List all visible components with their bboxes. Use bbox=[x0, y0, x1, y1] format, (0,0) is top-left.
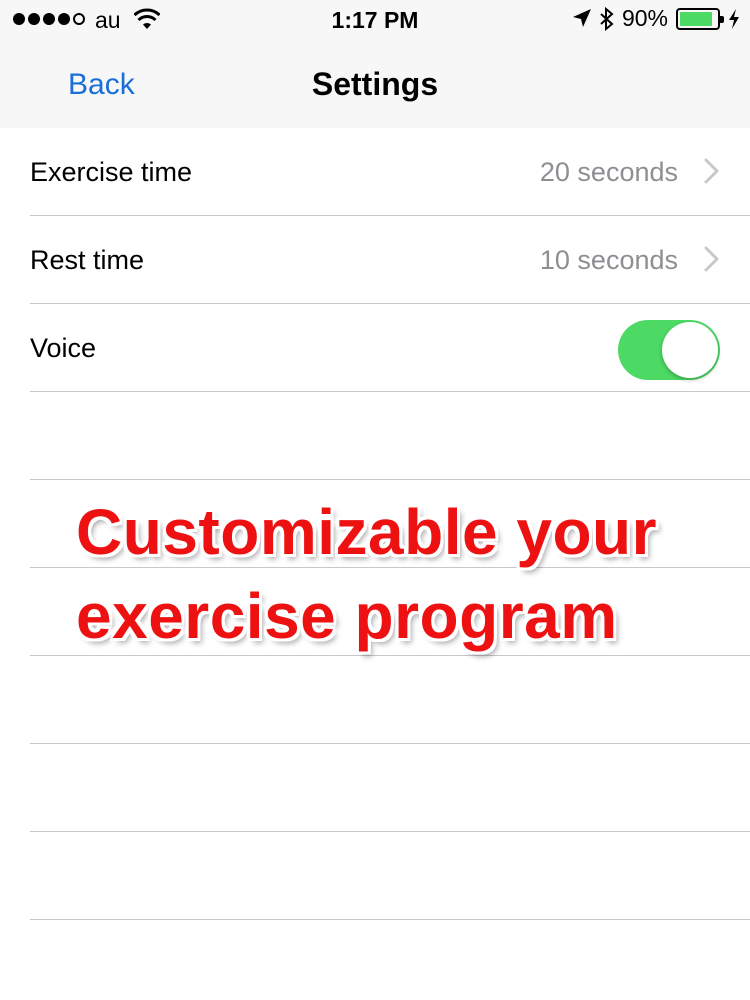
charging-bolt-icon bbox=[729, 8, 739, 29]
status-right-group: 90% bbox=[572, 5, 740, 32]
promo-line-1: Customizable your bbox=[76, 496, 658, 568]
chevron-right-icon bbox=[704, 246, 719, 272]
battery-icon bbox=[676, 7, 724, 30]
status-bar: au 1:17 PM 90% bbox=[0, 0, 750, 40]
promo-line-2: exercise program bbox=[76, 580, 618, 652]
battery-level bbox=[680, 11, 713, 26]
promo-caption: Customizable your exercise program bbox=[76, 490, 716, 658]
voice-toggle[interactable] bbox=[618, 320, 720, 380]
setting-row-rest-time[interactable]: Rest time 10 seconds bbox=[0, 216, 750, 304]
empty-row bbox=[0, 656, 750, 744]
chevron-right-icon bbox=[704, 158, 719, 184]
settings-screen: au 1:17 PM 90% Back Settings Exercise ti… bbox=[0, 0, 750, 1000]
row-separator bbox=[30, 919, 750, 920]
setting-value: 20 seconds bbox=[539, 157, 678, 187]
toggle-knob bbox=[662, 322, 718, 378]
battery-percent: 90% bbox=[621, 5, 668, 31]
empty-row bbox=[0, 744, 750, 832]
setting-value: 10 seconds bbox=[539, 245, 678, 275]
empty-row bbox=[0, 392, 750, 480]
empty-row bbox=[0, 832, 750, 920]
setting-row-exercise-time[interactable]: Exercise time 20 seconds bbox=[0, 128, 750, 216]
setting-label: Voice bbox=[30, 333, 97, 363]
setting-row-voice: Voice bbox=[0, 304, 750, 392]
navigation-bar: Back Settings bbox=[0, 40, 750, 128]
setting-label: Exercise time bbox=[30, 157, 193, 187]
location-arrow-icon bbox=[572, 8, 591, 27]
page-title: Settings bbox=[311, 66, 439, 102]
bluetooth-icon bbox=[600, 6, 614, 31]
setting-label: Rest time bbox=[30, 245, 145, 275]
